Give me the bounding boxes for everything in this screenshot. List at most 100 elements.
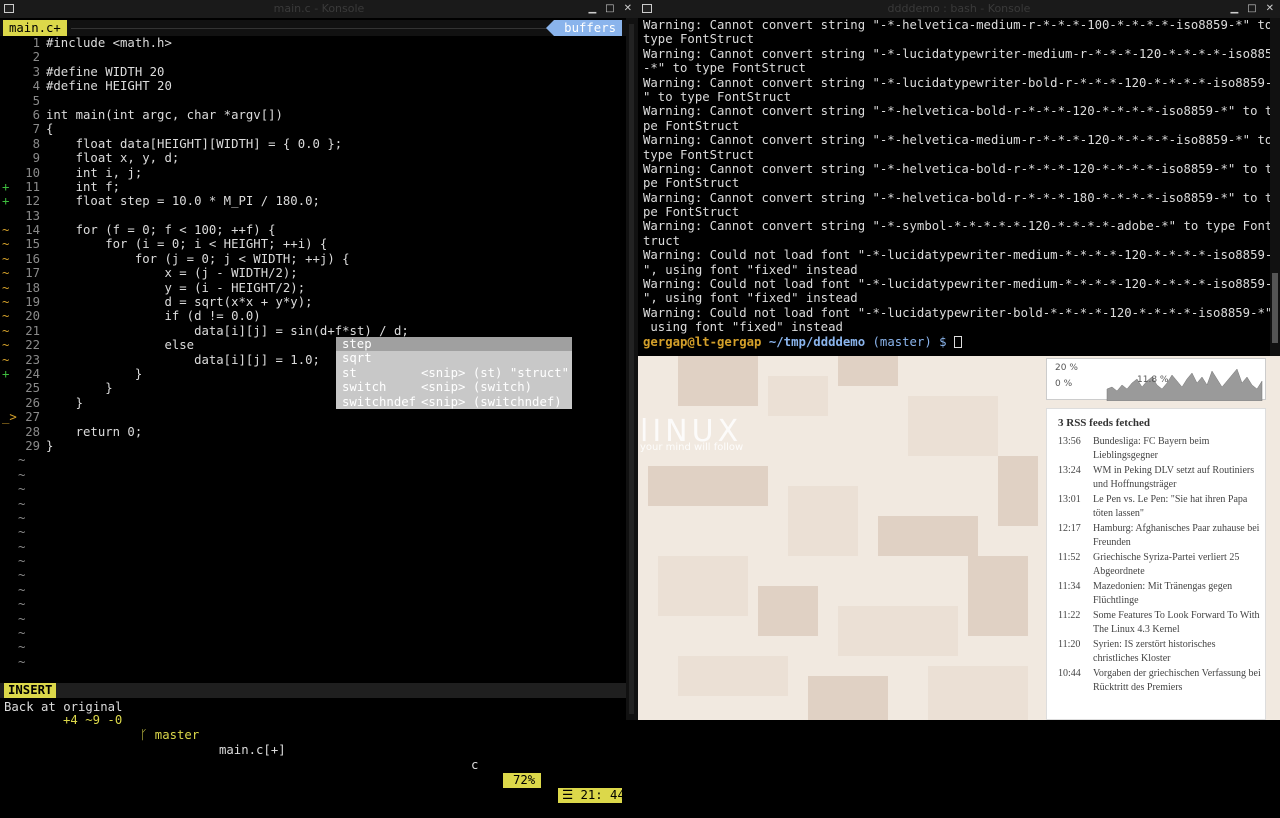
rss-headline[interactable]: Vorgaben der griechischen Verfassung bei… — [1093, 668, 1261, 693]
code-text[interactable]: float x, y, d; — [46, 151, 180, 165]
code-text[interactable]: } — [46, 396, 83, 410]
tab-main-c[interactable]: main.c+ — [3, 20, 67, 36]
code-text[interactable]: for (j = 0; j < WIDTH; ++j) { — [46, 252, 350, 266]
code-line[interactable]: 13 — [0, 209, 626, 223]
code-text[interactable]: #define HEIGHT 20 — [46, 79, 172, 93]
rss-headline[interactable]: Syrien: IS zerstört historisches christl… — [1093, 639, 1215, 664]
code-line[interactable]: 3 #define WIDTH 20 — [0, 65, 626, 79]
code-text[interactable]: for (f = 0; f < 100; ++f) { — [46, 223, 276, 237]
code-text[interactable]: data[i][j] = 1.0; — [46, 353, 320, 367]
code-line[interactable]: ~14 for (f = 0; f < 100; ++f) { — [0, 223, 626, 237]
code-text[interactable]: else — [46, 338, 194, 352]
rss-headline[interactable]: Le Pen vs. Le Pen: "Sie hat ihren Papa t… — [1093, 494, 1247, 519]
completion-item[interactable]: switchndef <snip> (switchndef) — [336, 395, 572, 409]
line-number: 7 — [32, 122, 40, 137]
rss-headline[interactable]: Griechische Syriza-Partei verliert 25 Ab… — [1093, 552, 1239, 577]
code-line[interactable]: +11 int f; — [0, 180, 626, 194]
terminal-scrollbar[interactable] — [1270, 18, 1280, 356]
command-line[interactable]: Back at original — [4, 700, 122, 715]
code-text[interactable]: int main(int argc, char *argv[]) — [46, 108, 283, 122]
completion-word: switch — [342, 380, 387, 395]
completion-item[interactable]: sqrt — [336, 351, 572, 365]
code-text[interactable]: d = sqrt(x*x + y*y); — [46, 295, 312, 309]
code-text[interactable]: } — [46, 381, 112, 395]
code-line[interactable]: 1 #include <math.h> — [0, 36, 626, 50]
code-line[interactable]: 29} — [0, 439, 626, 453]
code-text[interactable]: } — [46, 367, 142, 381]
rss-item[interactable]: 11:22 Some Features To Look Forward To Wi… — [1047, 609, 1265, 636]
line-number: 2 — [32, 50, 40, 65]
code-line[interactable]: ~17 x = (j - WIDTH/2); — [0, 266, 626, 280]
completion-item[interactable]: switch <snip> (switch) — [336, 380, 572, 394]
code-line[interactable]: ~20 if (d != 0.0) — [0, 309, 626, 323]
completion-item[interactable]: st <snip> (st) "struct" — [336, 366, 572, 380]
vim-scrollbar[interactable] — [626, 18, 638, 720]
rss-item[interactable]: 11:20 Syrien: IS zerstört historisches ch… — [1047, 638, 1265, 665]
code-line[interactable]: 28 return 0; — [0, 425, 626, 439]
code-line[interactable]: 9 float x, y, d; — [0, 151, 626, 165]
code-line[interactable]: _> 27 — [0, 410, 626, 424]
close-icon[interactable]: ✕ — [624, 0, 632, 18]
rss-item[interactable]: 13:01 Le Pen vs. Le Pen: "Sie hat ihren P… — [1047, 493, 1265, 520]
scrollbar-thumb[interactable] — [1272, 273, 1278, 343]
code-line[interactable]: 2 — [0, 50, 626, 64]
rss-headline[interactable]: Some Features To Look Forward To With Th… — [1093, 610, 1260, 635]
code-line[interactable]: 7{ — [0, 122, 626, 136]
code-text[interactable]: } — [46, 439, 53, 453]
code-text[interactable]: { — [46, 122, 53, 136]
rss-headline[interactable]: Mazedonien: Mit Tränengas gegen Flüchtli… — [1093, 581, 1232, 606]
code-line[interactable]: ~16 for (j = 0; j < WIDTH; ++j) { — [0, 252, 626, 266]
maximize-icon[interactable]: □ — [1247, 0, 1256, 18]
completion-item[interactable]: step — [336, 337, 572, 352]
rss-headline[interactable]: WM in Peking DLV setzt auf Routiniers un… — [1093, 465, 1254, 490]
line-number: 15 — [25, 237, 40, 252]
rss-item[interactable]: 13:56 Bundesliga: FC Bayern beim Liebling… — [1047, 435, 1265, 462]
rss-item[interactable]: 12:17 Hamburg: Afghanisches Paar zuhause … — [1047, 522, 1265, 549]
rss-item[interactable]: 11:52 Griechische Syriza-Partei verliert … — [1047, 551, 1265, 578]
rss-headline[interactable]: Bundesliga: FC Bayern beim Lieblingsgegn… — [1093, 436, 1209, 461]
code-text[interactable]: if (d != 0.0) — [46, 309, 260, 323]
maximize-icon[interactable]: □ — [605, 0, 614, 18]
code-line[interactable]: 5 — [0, 94, 626, 108]
window-titlebar-right[interactable]: ddddemo : bash - Konsole ▁ □ ✕ — [638, 0, 1280, 18]
vim-editor[interactable]: main.c+ buffers 1 #include <math.h> 2 3 #def… — [0, 18, 626, 803]
line-number: 4 — [32, 79, 40, 94]
code-text[interactable]: int f; — [46, 180, 120, 194]
code-line[interactable]: ~18 y = (i - HEIGHT/2); — [0, 281, 626, 295]
code-text[interactable]: float data[HEIGHT][WIDTH] = { 0.0 }; — [46, 137, 343, 151]
code-text[interactable]: float step = 10.0 * M_PI / 180.0; — [46, 194, 320, 208]
minimize-icon[interactable]: ▁ — [1230, 0, 1238, 18]
code-line[interactable]: 10 int i, j; — [0, 166, 626, 180]
terminal-output[interactable]: Warning: Cannot convert string "-*-helve… — [638, 18, 1280, 356]
minimize-icon[interactable]: ▁ — [588, 0, 596, 18]
empty-line-marker: ~ — [18, 539, 26, 554]
git-sign: ~ — [2, 352, 10, 367]
bash-konsole-window[interactable]: ddddemo : bash - Konsole ▁ □ ✕ Warning: Ca… — [638, 0, 1280, 720]
code-line[interactable]: 6 int main(int argc, char *argv[]) — [0, 108, 626, 122]
code-text[interactable]: for (i = 0; i < HEIGHT; ++i) { — [46, 237, 327, 251]
code-text[interactable]: return 0; — [46, 425, 143, 439]
window-titlebar[interactable]: main.c - Konsole ▁ □ ✕ — [0, 0, 638, 18]
code-text[interactable]: x = (j - WIDTH/2); — [46, 266, 297, 280]
terminal-line: Warning: Cannot convert string "-*-helve… — [643, 133, 1273, 148]
code-line[interactable]: 8 float data[HEIGHT][WIDTH] = { 0.0 }; — [0, 137, 626, 151]
code-text[interactable]: #define WIDTH 20 — [46, 65, 164, 79]
rss-headline[interactable]: Hamburg: Afghanisches Paar zuhause bei F… — [1093, 523, 1259, 548]
git-sign: ~ — [2, 309, 10, 324]
rss-item[interactable]: 13:24 WM in Peking DLV setzt auf Routinie… — [1047, 464, 1265, 491]
code-text[interactable]: int i, j; — [46, 166, 143, 180]
rss-item[interactable]: 11:34 Mazedonien: Mit Tränengas gegen Flü… — [1047, 580, 1265, 607]
close-icon[interactable]: ✕ — [1266, 0, 1274, 18]
empty-line-marker: ~ — [18, 654, 26, 669]
code-text[interactable]: #include <math.h> — [46, 36, 172, 50]
code-text[interactable]: y = (i - HEIGHT/2); — [46, 281, 305, 295]
completion-popup[interactable]: step sqrt st <snip> (st) "struct" switch <sni… — [336, 337, 572, 409]
code-line[interactable]: ~19 d = sqrt(x*x + y*y); — [0, 295, 626, 309]
completion-word: sqrt — [342, 351, 372, 366]
code-line[interactable]: 4 #define HEIGHT 20 — [0, 79, 626, 93]
vim-konsole-window[interactable]: main.c - Konsole ▁ □ ✕ main.c+ buffers 1 #i… — [0, 0, 638, 803]
code-line[interactable]: ~15 for (i = 0; i < HEIGHT; ++i) { — [0, 237, 626, 251]
code-line[interactable]: +12 float step = 10.0 * M_PI / 180.0; — [0, 194, 626, 208]
shell-prompt[interactable]: gergap@lt-gergap ~/tmp/ddddemo (master) … — [638, 335, 1280, 349]
rss-item[interactable]: 10:44 Vorgaben der griechischen Verfassun… — [1047, 667, 1265, 694]
